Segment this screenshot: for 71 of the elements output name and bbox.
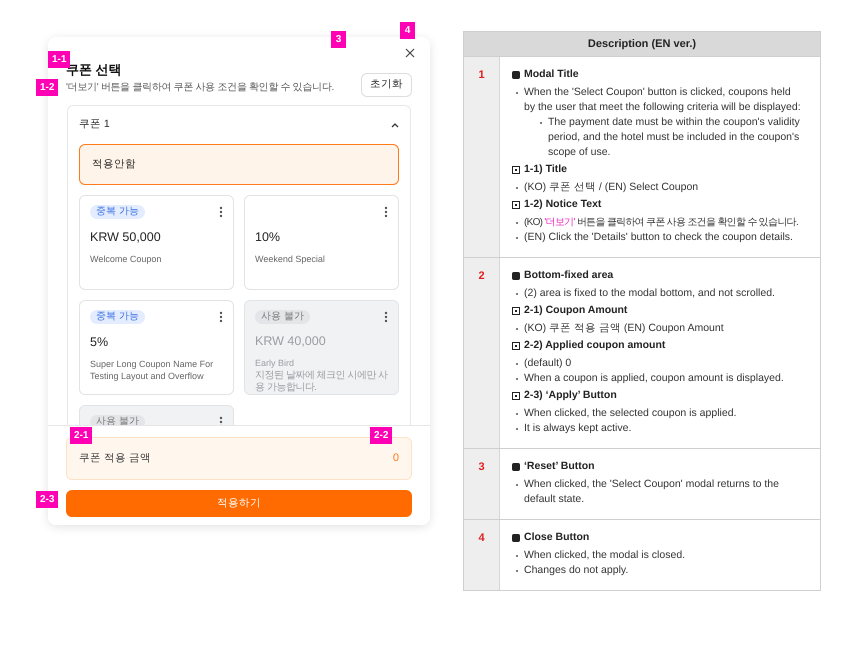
chevron-icon[interactable] bbox=[391, 122, 399, 128]
section-heading: 1-1) Title bbox=[524, 162, 567, 177]
close-icon bbox=[405, 48, 415, 58]
coupon-card[interactable]: 10% Weekend Special bbox=[244, 195, 399, 290]
section-heading: 2-2) Applied coupon amount bbox=[524, 338, 666, 353]
coupon-name: Welcome Coupon bbox=[90, 252, 162, 265]
annotation-marker: 3 bbox=[331, 31, 346, 48]
square-bullet-icon bbox=[512, 462, 520, 470]
no-coupon-option[interactable]: 적용안함 bbox=[79, 144, 399, 185]
annotation-marker: 2-3 bbox=[36, 491, 58, 508]
annotation-marker: 2-1 bbox=[70, 427, 92, 444]
reset-button[interactable]: 초기화 bbox=[361, 73, 412, 97]
bullet-text: (KO) 쿠폰 적용 금액 (EN) Coupon Amount bbox=[524, 322, 724, 334]
bullet-text: When clicked, the modal is closed. bbox=[524, 549, 686, 561]
bullet-text: When the 'Select Coupon' button is clicked, coupons held by the user that meet the following criteria will be displayed: bbox=[524, 86, 801, 113]
boxed-dot-icon bbox=[512, 392, 520, 400]
coupon-card[interactable]: 중복 가능 KRW 50,000 Welcome Coupon bbox=[79, 195, 234, 290]
more-icon[interactable] bbox=[384, 206, 388, 218]
row-number: 2 bbox=[464, 258, 500, 448]
boxed-dot-icon bbox=[512, 200, 520, 208]
bullet-text: It is always kept active. bbox=[524, 422, 632, 434]
bullet-text: (KO) 쿠폰 선택 / (EN) Select Coupon bbox=[524, 181, 698, 193]
bullet-text: When a coupon is applied, coupon amount is displayed. bbox=[524, 372, 784, 384]
coupon-name: Early Bird bbox=[255, 357, 296, 369]
close-button[interactable] bbox=[404, 47, 416, 59]
square-bullet-icon bbox=[512, 70, 520, 78]
coupon-tag: 중복 가능 bbox=[90, 205, 145, 219]
coupon-name: Super Long Coupon Name For Testing Layout and Overflow bbox=[90, 358, 214, 382]
coupon-tag: 중복 가능 bbox=[90, 310, 145, 324]
amount-value: 0 bbox=[392, 451, 399, 466]
section-heading: ‘Reset’ Button bbox=[524, 459, 595, 474]
row-number: 1 bbox=[464, 57, 500, 257]
table-header: Description (EN ver.) bbox=[464, 32, 820, 56]
square-bullet-icon bbox=[512, 534, 520, 542]
row-number: 3 bbox=[464, 449, 500, 519]
bullet-text: (default) 0 bbox=[524, 357, 572, 369]
coupon-amount: 5% bbox=[90, 334, 110, 351]
section-heading: Close Button bbox=[524, 530, 590, 545]
notice-text: '더보기' 버튼을 클릭하여 쿠폰 사용 조건을 확인할 수 있습니다. bbox=[66, 81, 334, 95]
boxed-dot-icon bbox=[512, 306, 520, 314]
section-heading: Bottom-fixed area bbox=[524, 268, 614, 283]
annotation-marker: 1-1 bbox=[48, 51, 70, 68]
bullet-text: When clicked, the selected coupon is applied. bbox=[524, 407, 736, 419]
section-heading: 1-2) Notice Text bbox=[524, 197, 602, 212]
group-title: 쿠폰 1 bbox=[79, 117, 110, 132]
coupon-tag: 사용 불가 bbox=[255, 310, 310, 324]
annotation-marker: 4 bbox=[400, 22, 415, 39]
bullet-text: (EN) Click the 'Details' button to check the coupon details. bbox=[524, 231, 793, 243]
annotation-marker: 1-2 bbox=[36, 79, 58, 96]
section-heading: Modal Title bbox=[524, 67, 579, 82]
row-number: 4 bbox=[464, 520, 500, 590]
bullet-text: (2) area is fixed to the modal bottom, and not scrolled. bbox=[524, 287, 775, 299]
bullet-text: When clicked, the 'Select Coupon' modal returns to the default state. bbox=[524, 478, 779, 505]
boxed-dot-icon bbox=[512, 342, 520, 350]
coupon-card[interactable]: 중복 가능 5% Super Long Coupon Name For Testing Layout and Overflow bbox=[79, 300, 234, 395]
bullet-text: (KO) '더보기' 버튼을 클릭하여 쿠폰 사용 조건을 확인할 수 있습니다. bbox=[524, 217, 798, 228]
amount-label: 쿠폰 적용 금액 bbox=[79, 450, 151, 466]
square-bullet-icon bbox=[512, 272, 520, 280]
more-icon[interactable] bbox=[219, 311, 223, 323]
more-icon[interactable] bbox=[219, 206, 223, 218]
coupon-name: Weekend Special bbox=[255, 252, 326, 265]
coupon-condition: 지정된 날짜에 체크인 시에만 사용 가능합니다. bbox=[255, 370, 388, 394]
coupon-amount: KRW 50,000 bbox=[90, 229, 162, 246]
bullet-text: Changes do not apply. bbox=[524, 564, 628, 576]
section-heading: 2-1) Coupon Amount bbox=[524, 303, 628, 318]
annotation-marker: 2-2 bbox=[370, 427, 392, 444]
boxed-dot-icon bbox=[512, 166, 520, 174]
coupon-amount: KRW 40,000 bbox=[255, 333, 327, 350]
bullet-text: The payment date must be within the coupon's validity period, and the hotel must be included in the coupon's scope of use. bbox=[548, 116, 800, 158]
section-heading: 2-3) ‘Apply’ Button bbox=[524, 388, 617, 403]
coupon-amount: 10% bbox=[255, 229, 282, 246]
